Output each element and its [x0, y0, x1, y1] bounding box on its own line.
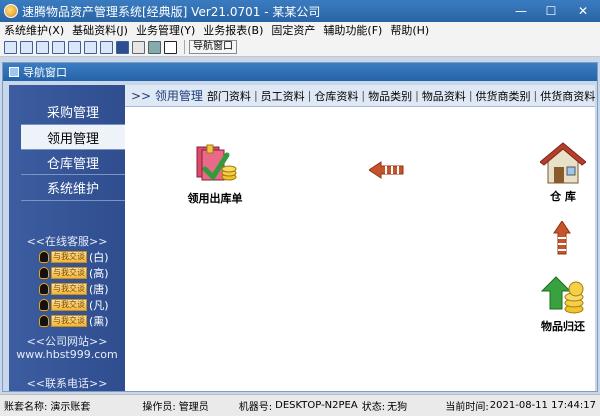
state-label: 状态: — [361, 402, 386, 413]
tab-item-category[interactable]: 物品类别 — [366, 88, 414, 104]
account-label: 账套名称: — [4, 402, 48, 413]
window-title: 速腾物品资产管理系统[经典版] Ver21.0701 - 某某公司 — [22, 4, 321, 19]
tab-supplier-category[interactable]: 供货商类别 — [474, 88, 533, 104]
contact-name: (白) — [89, 251, 109, 264]
chat-button[interactable]: 与我交谈 — [51, 283, 87, 295]
machine-value: DESKTOP-N2PEA — [275, 400, 358, 411]
issue-slip-node[interactable]: 领用出库单 — [175, 141, 255, 206]
nav-window-button[interactable]: 导航窗口 — [189, 40, 237, 54]
qq-contact[interactable]: 与我交谈 (凡) — [39, 298, 109, 312]
tab-employee[interactable]: 员工资料 — [259, 88, 307, 104]
sidebar-item-purchase[interactable]: 采购管理 — [21, 99, 125, 123]
account-value: 演示账套 — [50, 402, 91, 413]
issue-slip-label: 领用出库单 — [187, 192, 243, 205]
tabs: 部门资料 | 员工资料 | 仓库资料 | 物品类别 | 物品资料 | 供货商类别… — [203, 88, 597, 104]
qq-contact[interactable]: 与我交谈 (高) — [39, 266, 109, 280]
logout-icon[interactable] — [164, 40, 177, 54]
calculator-icon[interactable] — [148, 40, 161, 54]
time-value: 2021-08-11 17:44:17 — [489, 400, 596, 411]
state-value: 无狗 — [387, 402, 408, 413]
operator-label: 操作员: — [142, 402, 176, 413]
chat-button[interactable]: 与我交谈 — [51, 251, 87, 263]
qq-contact[interactable]: 与我交谈 (熏) — [39, 314, 109, 328]
chat-button[interactable]: 与我交谈 — [51, 299, 87, 311]
menu-business[interactable]: 业务管理(Y) — [132, 22, 199, 38]
window-icon — [9, 67, 19, 77]
operator-value: 管理员 — [178, 402, 209, 413]
issue-slip-icon — [196, 144, 237, 181]
contact-name: (熏) — [89, 315, 109, 328]
print-icon[interactable] — [132, 40, 145, 54]
qq-contact[interactable]: 与我交谈 (白) — [39, 250, 109, 264]
menu-aux[interactable]: 辅助功能(F) — [319, 22, 386, 38]
tab-item[interactable]: 物品资料 — [420, 88, 468, 104]
close-button[interactable]: ✕ — [566, 0, 600, 22]
qq-icon — [39, 251, 49, 263]
warehouse-node[interactable]: 仓 库 — [535, 141, 591, 204]
contact-name: (凡) — [89, 299, 109, 312]
online-service-label: <<在线客服>> — [26, 235, 108, 248]
chat-button[interactable]: 与我交谈 — [51, 315, 87, 327]
database-icon[interactable] — [100, 40, 113, 54]
arrow-left-icon — [368, 161, 405, 181]
website-link[interactable]: www.hbst999.com — [9, 348, 125, 361]
menu-fixed-assets[interactable]: 固定资产 — [267, 22, 319, 38]
app-icon — [4, 4, 18, 18]
section-title: >> 领用管理 — [131, 89, 203, 103]
maximize-button[interactable]: ☐ — [536, 0, 566, 22]
menu-bar: 系统维护(X) 基础资料(J) 业务管理(Y) 业务报表(B) 固定资产 辅助功… — [0, 22, 600, 38]
chat-button[interactable]: 与我交谈 — [51, 267, 87, 279]
save-icon[interactable] — [116, 40, 129, 54]
machine-label: 机器号: — [238, 402, 273, 413]
tab-supplier[interactable]: 供货商资料 — [538, 88, 597, 104]
toolbar: 导航窗口 — [0, 38, 600, 57]
warehouse-icon — [539, 142, 587, 184]
warehouse-label: 仓 库 — [550, 190, 576, 203]
contact-name: (高) — [89, 267, 109, 280]
menu-system[interactable]: 系统维护(X) — [0, 22, 68, 38]
card-icon[interactable] — [84, 40, 97, 54]
qq-icon — [39, 283, 49, 295]
contact-name: (唐) — [89, 283, 109, 296]
menu-reports[interactable]: 业务报表(B) — [199, 22, 267, 38]
title-bar: 速腾物品资产管理系统[经典版] Ver21.0701 - 某某公司 — ☐ ✕ — [0, 0, 600, 22]
tab-warehouse[interactable]: 仓库资料 — [312, 88, 360, 104]
menu-basic-data[interactable]: 基础资料(J) — [68, 22, 132, 38]
toolbar-separator — [184, 40, 185, 54]
window-icon[interactable] — [4, 40, 17, 54]
tab-department[interactable]: 部门资料 — [205, 88, 253, 104]
qq-icon — [39, 315, 49, 327]
nav-window-title: 导航窗口 — [23, 66, 67, 79]
status-bar: 账套名称: 演示账套 操作员: 管理员 机器号: DESKTOP-N2PEA 状… — [0, 394, 600, 416]
qq-contact[interactable]: 与我交谈 (唐) — [39, 282, 109, 296]
time-label: 当前时间: — [445, 402, 489, 413]
table-icon[interactable] — [36, 40, 49, 54]
tab-bar: >> 领用管理 部门资料 | 员工资料 | 仓库资料 | 物品类别 | 物品资料… — [125, 85, 595, 107]
phone-label: <<联系电话>> — [26, 377, 108, 390]
sidebar-item-system[interactable]: 系统维护 — [21, 175, 125, 199]
tree-icon[interactable] — [68, 40, 81, 54]
qq-icon — [39, 267, 49, 279]
minimize-button[interactable]: — — [506, 0, 536, 22]
sidebar-item-warehouse[interactable]: 仓库管理 — [21, 150, 125, 174]
website-label: <<公司网站>> — [26, 335, 108, 348]
folder-open-icon[interactable] — [52, 40, 65, 54]
arrow-up-icon — [553, 220, 571, 255]
menu-help[interactable]: 帮助(H) — [386, 22, 433, 38]
item-return-node[interactable]: 物品归还 — [531, 275, 595, 334]
sidebar-item-issue[interactable]: 领用管理 — [21, 125, 125, 149]
qq-icon — [39, 299, 49, 311]
sidebar-divider — [21, 200, 125, 201]
item-return-icon — [540, 276, 584, 314]
item-return-label: 物品归还 — [541, 320, 585, 333]
nav-window: 导航窗口 采购管理 领用管理 仓库管理 系统维护 <<在线客服>> 与我交谈 (… — [2, 62, 598, 392]
sidebar: 采购管理 领用管理 仓库管理 系统维护 <<在线客服>> 与我交谈 (白) 与我… — [9, 85, 125, 391]
list-icon[interactable] — [20, 40, 33, 54]
nav-window-titlebar: 导航窗口 — [3, 63, 597, 81]
main-content: >> 领用管理 部门资料 | 员工资料 | 仓库资料 | 物品类别 | 物品资料… — [125, 85, 595, 391]
